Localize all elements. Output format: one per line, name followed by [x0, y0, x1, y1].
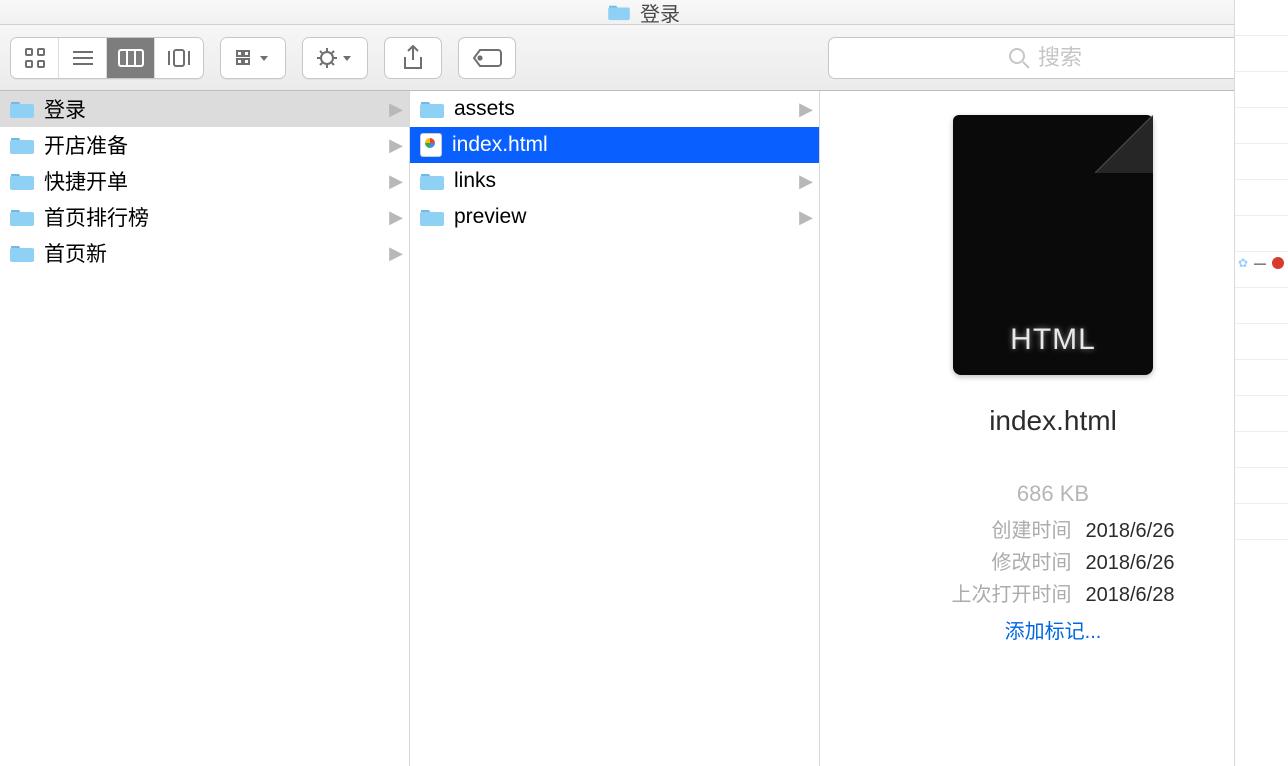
preview-size: 686 KB [1017, 481, 1089, 507]
search-icon [1008, 47, 1030, 69]
folder-row[interactable]: 开店准备 ▶ [0, 127, 409, 163]
folder-icon [10, 135, 34, 155]
meta-value: 2018/6/26 [1086, 547, 1175, 579]
folder-row[interactable]: 首页新 ▶ [0, 235, 409, 271]
folder-label: 快捷开单 [44, 166, 379, 196]
html-file-icon [420, 133, 442, 157]
file-row[interactable]: index.html [410, 127, 819, 163]
chevron-right-icon: ▶ [389, 243, 403, 264]
action-button[interactable] [303, 38, 367, 78]
folder-icon [10, 243, 34, 263]
view-list-button[interactable] [59, 38, 107, 78]
folder-label: links [454, 169, 789, 193]
folder-row[interactable]: 首页排行榜 ▶ [0, 199, 409, 235]
meta-label: 创建时间 [932, 515, 1072, 547]
toolbar [0, 25, 1288, 91]
tags-button[interactable] [458, 37, 516, 79]
search-input[interactable] [1038, 45, 1098, 71]
meta-value: 2018/6/28 [1086, 579, 1175, 611]
folder-icon [420, 207, 444, 227]
folder-row[interactable]: assets ▶ [410, 91, 819, 127]
preview-pane: HTML index.html 686 KB 创建时间 2018/6/26 修改… [820, 91, 1287, 766]
folder-row[interactable]: 登录 ▶ [0, 91, 409, 127]
folder-label: 登录 [44, 94, 379, 124]
preview-filename: index.html [989, 405, 1117, 437]
view-gallery-button[interactable] [155, 38, 203, 78]
folder-label: assets [454, 97, 789, 121]
preview-meta: 创建时间 2018/6/26 修改时间 2018/6/26 上次打开时间 201… [932, 515, 1175, 611]
preview-thumbnail: HTML [953, 115, 1153, 375]
folder-label: 首页排行榜 [44, 202, 379, 232]
add-tag-link[interactable]: 添加标记... [1005, 615, 1102, 644]
meta-label: 上次打开时间 [932, 579, 1072, 611]
background-window-edge: ✿— [1234, 0, 1288, 766]
file-label: index.html [452, 133, 813, 157]
column-1: 登录 ▶ 开店准备 ▶ 快捷开单 ▶ 首页排行榜 ▶ 首页新 ▶ [0, 91, 410, 766]
meta-value: 2018/6/26 [1086, 515, 1175, 547]
folder-icon [10, 171, 34, 191]
chevron-right-icon: ▶ [389, 135, 403, 156]
folder-icon [608, 3, 630, 21]
column-2: assets ▶ index.html links ▶ preview ▶ [410, 91, 820, 766]
view-icons-button[interactable] [11, 38, 59, 78]
chevron-right-icon: ▶ [799, 171, 813, 192]
view-mode-group [10, 37, 204, 79]
folder-row[interactable]: links ▶ [410, 163, 819, 199]
folder-label: 开店准备 [44, 130, 379, 160]
folder-label: preview [454, 205, 789, 229]
preview-badge: HTML [1010, 323, 1096, 357]
chevron-right-icon: ▶ [389, 99, 403, 120]
search-field[interactable] [828, 37, 1278, 79]
chevron-right-icon: ▶ [799, 207, 813, 228]
background-icons: ✿— [1238, 256, 1284, 270]
dog-ear-icon [1095, 115, 1153, 173]
window-titlebar: 登录 [0, 0, 1288, 25]
folder-icon [10, 99, 34, 119]
chevron-right-icon: ▶ [389, 171, 403, 192]
folder-label: 首页新 [44, 238, 379, 268]
folder-icon [10, 207, 34, 227]
meta-label: 修改时间 [932, 547, 1072, 579]
chevron-right-icon: ▶ [389, 207, 403, 228]
folder-icon [420, 171, 444, 191]
columns-area: 登录 ▶ 开店准备 ▶ 快捷开单 ▶ 首页排行榜 ▶ 首页新 ▶ assets [0, 91, 1288, 766]
folder-row[interactable]: preview ▶ [410, 199, 819, 235]
arrange-group [220, 37, 286, 79]
chevron-right-icon: ▶ [799, 99, 813, 120]
action-group [302, 37, 368, 79]
window-title: 登录 [640, 0, 680, 27]
share-button[interactable] [384, 37, 442, 79]
folder-row[interactable]: 快捷开单 ▶ [0, 163, 409, 199]
folder-icon [420, 99, 444, 119]
arrange-button[interactable] [221, 38, 285, 78]
view-columns-button[interactable] [107, 38, 155, 78]
